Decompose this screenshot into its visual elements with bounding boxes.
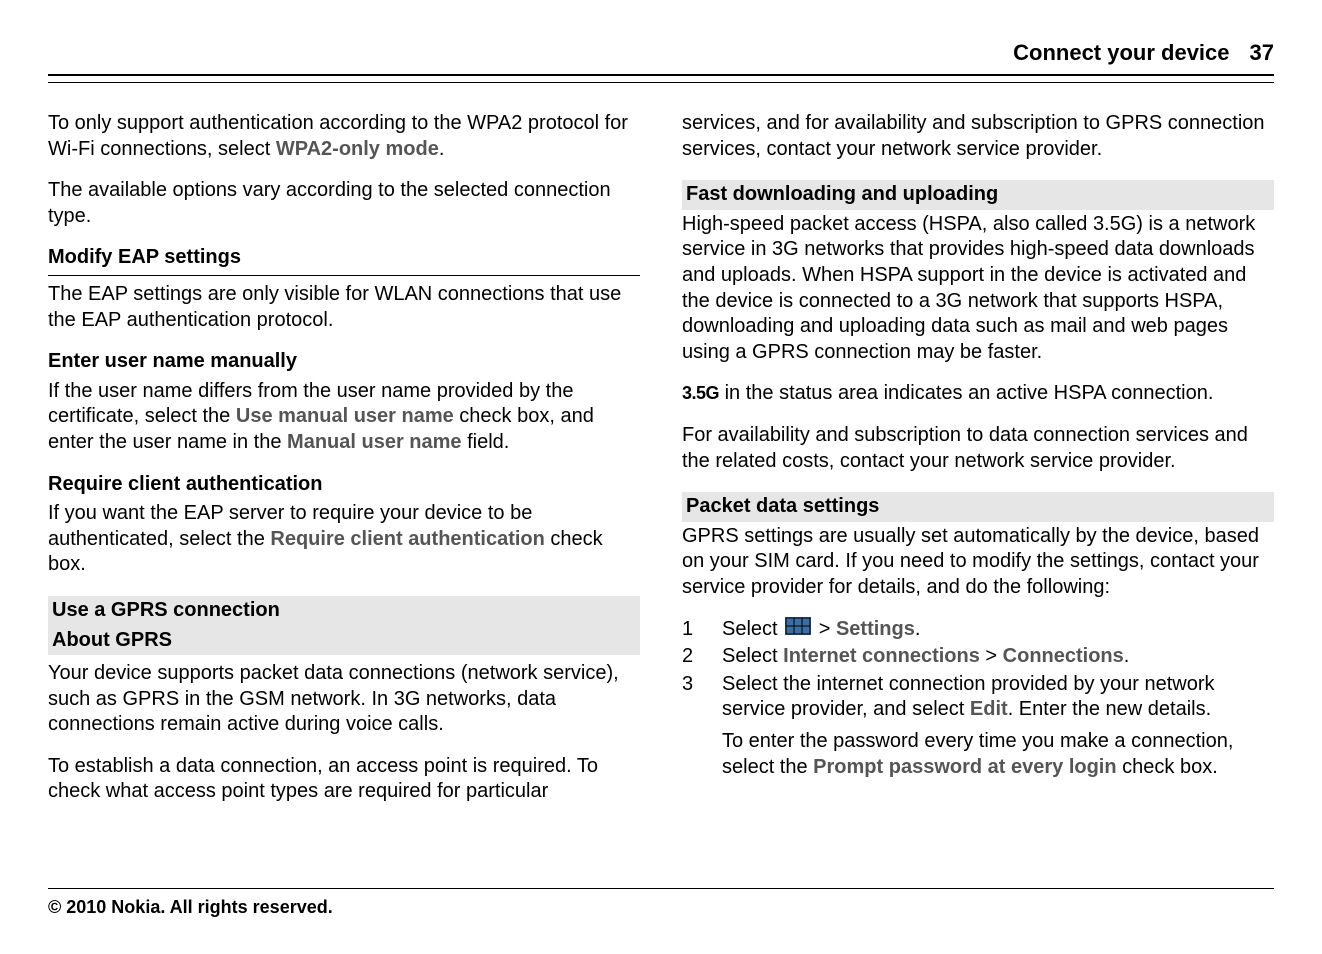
paragraph: The EAP settings are only visible for WL…: [48, 282, 640, 333]
paragraph: To only support authentication according…: [48, 111, 640, 162]
footer-divider: [48, 888, 1274, 889]
hspa-35g-icon: 3.5G: [682, 382, 719, 405]
shaded-heading: Packet data settings: [682, 492, 1274, 522]
paragraph: High-speed packet access (HSPA, also cal…: [682, 212, 1274, 366]
shaded-heading: Use a GPRS connection: [48, 596, 640, 626]
ui-label: Use manual user name: [236, 405, 454, 427]
left-column: To only support authentication according…: [48, 111, 640, 821]
list-item: Select Internet connections > Connection…: [682, 644, 1274, 670]
page: Connect your device 37 To only support a…: [0, 0, 1322, 954]
app-grid-icon: [785, 617, 811, 643]
ui-label: WPA2-only mode: [276, 138, 439, 160]
page-header: Connect your device 37: [48, 40, 1274, 72]
page-footer: © 2010 Nokia. All rights reserved.: [48, 888, 1274, 918]
paragraph: For availability and subscription to dat…: [682, 423, 1274, 474]
paragraph: To establish a data connection, an acces…: [48, 754, 640, 805]
shaded-heading-group: Use a GPRS connection About GPRS: [48, 596, 640, 655]
paragraph: 3.5G in the status area indicates an act…: [682, 381, 1274, 407]
paragraph: GPRS settings are usually set automatica…: [682, 524, 1274, 601]
paragraph: If the user name differs from the user n…: [48, 379, 640, 456]
content-columns: To only support authentication according…: [48, 111, 1274, 821]
ui-label: Connections: [1003, 645, 1124, 667]
subheading-rule: [48, 275, 640, 276]
ui-label: Settings: [836, 618, 915, 640]
ui-label: Manual user name: [287, 431, 462, 453]
header-divider-thick: [48, 72, 1274, 76]
shaded-heading: About GPRS: [48, 626, 640, 656]
list-item: Select the internet connection provided …: [682, 672, 1274, 780]
list-item-sub: To enter the password every time you mak…: [722, 729, 1274, 780]
subheading: Modify EAP settings: [48, 245, 640, 271]
steps-list: Select > Settings. Select Internet conne…: [682, 617, 1274, 781]
paragraph: services, and for availability and subsc…: [682, 111, 1274, 162]
paragraph: If you want the EAP server to require yo…: [48, 501, 640, 578]
ui-label: Require client authentication: [270, 528, 544, 550]
paragraph: The available options vary according to …: [48, 178, 640, 229]
shaded-heading: Fast downloading and uploading: [682, 180, 1274, 210]
ui-label: Internet connections: [783, 645, 980, 667]
header-section-title: Connect your device: [1013, 40, 1229, 66]
paragraph: Your device supports packet data connect…: [48, 661, 640, 738]
subheading: Enter user name manually: [48, 349, 640, 375]
page-number: 37: [1250, 40, 1274, 66]
header-divider-thin: [48, 82, 1274, 83]
ui-label: Edit: [970, 698, 1008, 720]
ui-label: Prompt password at every login: [813, 756, 1116, 778]
list-item: Select > Settings.: [682, 617, 1274, 643]
copyright-text: © 2010 Nokia. All rights reserved.: [48, 897, 1274, 918]
subheading: Require client authentication: [48, 472, 640, 498]
right-column: services, and for availability and subsc…: [682, 111, 1274, 821]
